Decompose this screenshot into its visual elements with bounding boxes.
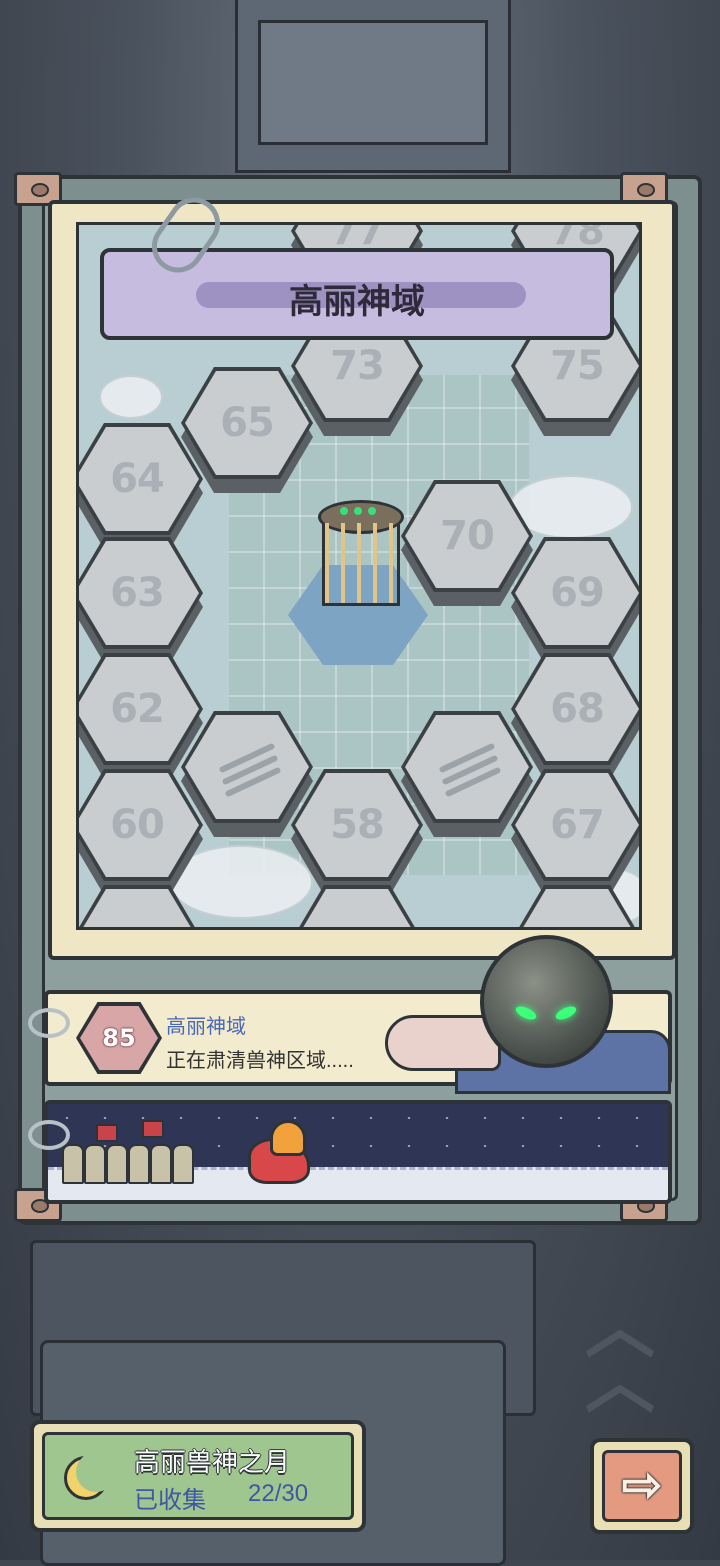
background-ceiling-panel (235, 0, 511, 173)
collection-title: 高丽兽神之月 (134, 1447, 291, 1477)
claw-mark-icon (432, 742, 502, 798)
caged-beast-god[interactable] (288, 495, 428, 665)
zone-name: 高丽神域 (166, 1016, 246, 1038)
player-army (58, 1120, 208, 1184)
level-tile[interactable]: 58 (291, 769, 423, 895)
background-chevrons: ︿ ︿ (585, 1288, 655, 1421)
zone-title: 高丽神域 (289, 283, 425, 321)
zone-status: 正在肃清兽神区域..... (166, 1050, 354, 1072)
next-button[interactable]: ⇨ (590, 1438, 694, 1534)
arrow-right-icon: ⇨ (621, 1459, 663, 1512)
level-tile[interactable] (291, 885, 423, 927)
level-tile[interactable] (79, 885, 203, 927)
alien-boss-portrait (385, 930, 685, 1094)
binder-ring-icon (28, 1120, 70, 1150)
level-tile[interactable]: 64 (79, 423, 203, 549)
dragon-enemy (238, 1120, 318, 1186)
collection-count: 22/30 (248, 1480, 309, 1507)
moon-icon (58, 1450, 116, 1506)
level-tile[interactable]: 60 (79, 769, 203, 895)
binder-ring-icon (28, 1008, 70, 1038)
level-tile[interactable]: 63 (79, 537, 203, 663)
level-tile[interactable]: 67 (511, 769, 639, 895)
battle-progress-strip (44, 1100, 672, 1204)
level-tile[interactable]: 69 (511, 537, 639, 663)
level-tile[interactable] (511, 885, 639, 927)
claw-mark-icon (212, 742, 282, 798)
collection-label: 已收集 (134, 1487, 206, 1514)
